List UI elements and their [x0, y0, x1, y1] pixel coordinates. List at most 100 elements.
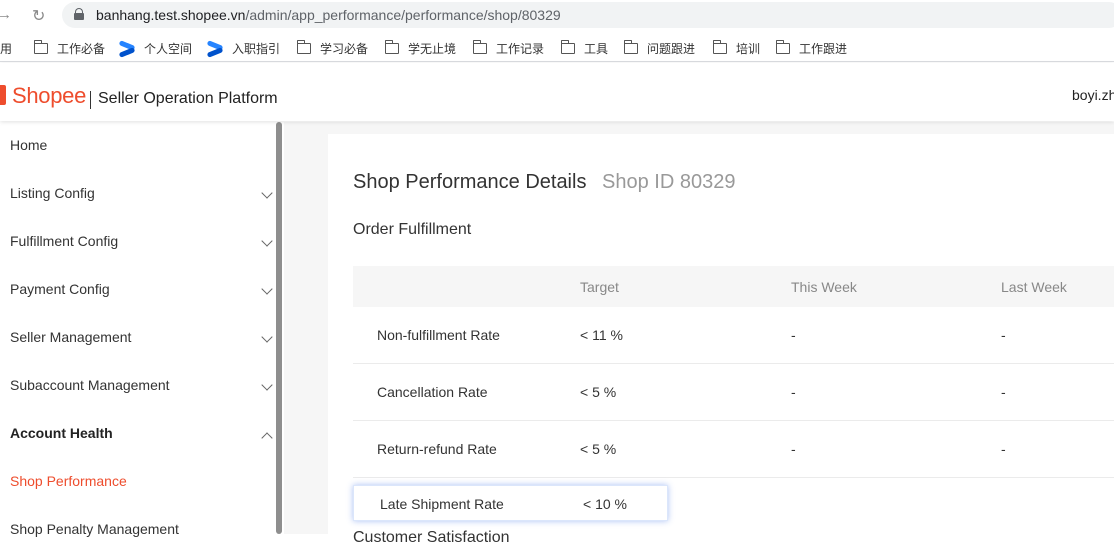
folder-icon [712, 40, 727, 54]
chevron-down-icon [261, 331, 273, 343]
user-menu[interactable]: boyi.zh [1072, 87, 1114, 103]
reload-icon[interactable]: ↻ [32, 6, 45, 26]
bookmark-label: 工作跟进 [799, 42, 848, 56]
bookmark-folder[interactable]: 工作记录 [472, 40, 545, 57]
target-value: < 5 % [580, 384, 617, 400]
bookmark-label: 工作必备 [57, 42, 106, 56]
sidebar-item-label: Listing Config [10, 185, 95, 201]
bookmark-folder[interactable]: 工具 [560, 40, 609, 57]
chevron-up-icon [261, 432, 273, 444]
last-week-value: - [1001, 327, 1006, 343]
url-field[interactable]: banhang.test.shopee.vn/admin/app_perform… [62, 2, 1114, 28]
sidebar-item-shop-performance[interactable]: Shop Performance [0, 458, 276, 506]
bookmark-label: 工作记录 [496, 42, 545, 56]
this-week-value: - [791, 384, 796, 400]
bookmark-folder[interactable]: 问题跟进 [623, 40, 696, 57]
sidebar-item-account-health[interactable]: Account Health [0, 410, 276, 458]
folder-icon [472, 40, 487, 54]
bookmark-folder[interactable]: 学无止境 [384, 40, 457, 57]
sidebar-item-seller-management[interactable]: Seller Management [0, 314, 276, 362]
sidebar-item-label: Shop Performance [10, 473, 127, 489]
bookmark-label: 个人空间 [144, 42, 193, 56]
sidebar-item-fulfillment-config[interactable]: Fulfillment Config [0, 218, 276, 266]
bookmark-apps[interactable]: 应用 [0, 40, 12, 57]
target-value: < 10 % [583, 496, 627, 512]
folder-icon [775, 40, 790, 54]
sidebar-item-listing-config[interactable]: Listing Config [0, 170, 276, 218]
bookmark-label: 培训 [736, 42, 761, 56]
last-week-value: - [1001, 441, 1006, 457]
bookmark-folder[interactable]: 工作必备 [33, 40, 106, 57]
bookmark-label: 应用 [0, 42, 13, 56]
platform-name: Seller Operation Platform [98, 90, 278, 107]
section-title-customer-satisfaction: Customer Satisfaction [353, 529, 510, 546]
sidebar-scrollbar[interactable] [276, 122, 282, 534]
metric-name: Non-fulfillment Rate [377, 327, 500, 343]
target-value: < 11 % [580, 327, 623, 343]
header-divider [90, 91, 91, 109]
sidebar-item-label: Subaccount Management [10, 377, 170, 393]
url-host: banhang.test.shopee.vn [96, 7, 246, 23]
sidebar-item-label: Payment Config [10, 281, 110, 297]
confluence-icon [118, 39, 136, 58]
column-header-last-week: Last Week [1001, 279, 1067, 295]
column-header-this-week: This Week [791, 279, 857, 295]
chevron-down-icon [261, 187, 273, 199]
page-title: Shop Performance Details [353, 171, 587, 193]
bookmark-label: 入职指引 [232, 42, 281, 56]
section-title: Order Fulfillment [353, 221, 472, 238]
performance-card: Shop Performance Details Shop ID 80329 O… [328, 134, 1114, 554]
chevron-down-icon [261, 235, 273, 247]
main-content: Shop Performance Details Shop ID 80329 O… [284, 122, 1114, 554]
confluence-icon [206, 39, 224, 58]
forward-icon[interactable]: → [0, 6, 12, 23]
bookmark-label: 学无止境 [408, 42, 457, 56]
table-row: Non-fulfillment Rate < 11 % - - [353, 307, 1114, 364]
column-header-target: Target [580, 279, 619, 295]
shop-id: Shop ID 80329 [602, 171, 736, 193]
folder-icon [384, 40, 399, 54]
url-text: banhang.test.shopee.vn/admin/app_perform… [96, 7, 561, 23]
shopee-logo[interactable]: Shopee [12, 83, 86, 109]
bookmark-label: 工具 [584, 42, 609, 56]
folder-icon [623, 40, 638, 54]
metric-name: Cancellation Rate [377, 384, 488, 400]
sidebar-item-payment-config[interactable]: Payment Config [0, 266, 276, 314]
shopee-bag-icon [0, 85, 6, 105]
sidebar-item-label: Seller Management [10, 329, 132, 345]
this-week-value: - [791, 327, 796, 343]
table-row-highlighted[interactable]: Late Shipment Rate < 10 % [353, 485, 668, 521]
bookmark-label: 学习必备 [320, 42, 369, 56]
bookmarks-bar: 应用 工作必备 个人空间 入职指引 学习必备 学无止境 工作记录 工具 问题跟进… [0, 34, 1114, 62]
folder-icon [33, 40, 48, 54]
bookmark-folder[interactable]: 学习必备 [296, 40, 369, 57]
sidebar-item-label: Fulfillment Config [10, 233, 119, 249]
url-path: /admin/app_performance/performance/shop/… [245, 7, 561, 23]
chevron-down-icon [261, 379, 273, 391]
sidebar-item-label: Shop Penalty Management [10, 521, 179, 537]
sidebar-item-label: Home [10, 137, 48, 153]
metric-name: Late Shipment Rate [380, 496, 504, 512]
sidebar-item-subaccount-management[interactable]: Subaccount Management [0, 362, 276, 410]
sidebar-item-home[interactable]: Home [0, 122, 276, 170]
table-row: Return-refund Rate < 5 % - - [353, 421, 1114, 478]
folder-icon [296, 40, 311, 54]
table-row: Cancellation Rate < 5 % - - [353, 364, 1114, 421]
bookmark-folder[interactable]: 培训 [712, 40, 761, 57]
lock-icon [74, 8, 84, 20]
app-header: Shopee Seller Operation Platform boyi.zh [0, 63, 1114, 121]
this-week-value: - [791, 441, 796, 457]
table-header: Target This Week Last Week [353, 266, 1114, 307]
target-value: < 5 % [580, 441, 617, 457]
metric-name: Return-refund Rate [377, 441, 497, 457]
folder-icon [560, 40, 575, 54]
sidebar-item-shop-penalty-management[interactable]: Shop Penalty Management [0, 506, 276, 554]
bookmark-confluence[interactable]: 个人空间 [118, 39, 193, 58]
sidebar-item-label: Account Health [10, 425, 113, 441]
chevron-down-icon [261, 283, 273, 295]
browser-address-bar: → ↻ banhang.test.shopee.vn/admin/app_per… [0, 0, 1114, 30]
bookmark-confluence[interactable]: 入职指引 [206, 39, 281, 58]
bookmark-label: 问题跟进 [647, 42, 696, 56]
last-week-value: - [1001, 384, 1006, 400]
bookmark-folder[interactable]: 工作跟进 [775, 40, 848, 57]
